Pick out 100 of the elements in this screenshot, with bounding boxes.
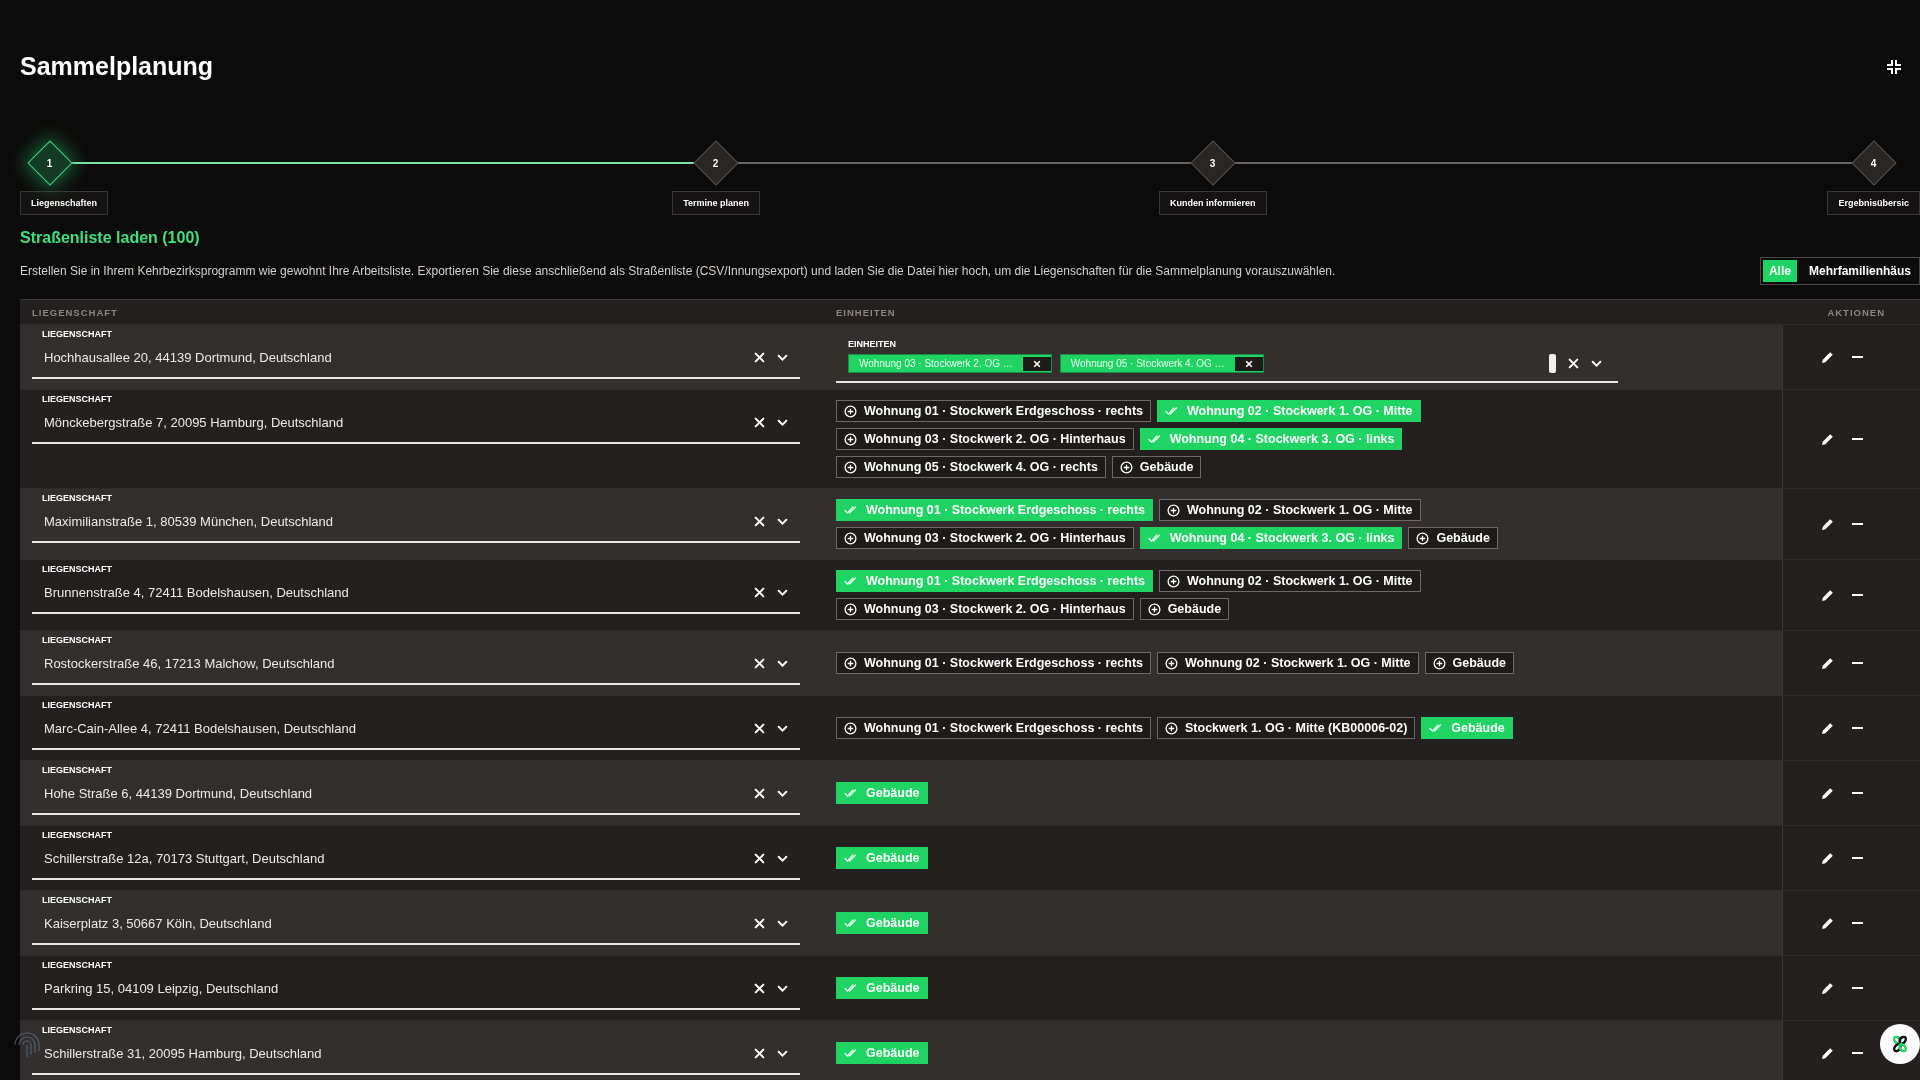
- clear-icon[interactable]: [754, 918, 765, 929]
- column-header: LIEGENSCHAFT: [31, 306, 119, 318]
- unit-chip[interactable]: Gebäude: [1139, 598, 1230, 620]
- field-label: LIEGENSCHAFT: [41, 830, 113, 840]
- chevron-down-icon[interactable]: [777, 517, 788, 526]
- chevron-down-icon[interactable]: [777, 919, 788, 928]
- double-check-icon: [844, 576, 859, 586]
- minus-icon[interactable]: [1851, 987, 1863, 989]
- minus-icon[interactable]: [1851, 662, 1863, 664]
- address-select-field[interactable]: Mönckebergstraße 7, 20095 Hamburg, Deutschland: [32, 406, 800, 444]
- minus-icon[interactable]: [1851, 922, 1863, 924]
- clear-icon[interactable]: [754, 983, 765, 994]
- scroll-thumb[interactable]: [1549, 354, 1556, 373]
- address-select-field[interactable]: Kaiserplatz 3, 50667 Köln, Deutschland: [32, 907, 800, 945]
- unit-chip[interactable]: Wohnung 03 · Stockwerk 2. OG · Hinterhaus: [836, 428, 1134, 450]
- address-select-field[interactable]: Brunnenstraße 4, 72411 Bodelshausen, Deutschland: [32, 576, 800, 614]
- filter-option[interactable]: Mehrfamilienhäus: [1802, 260, 1917, 282]
- chevron-down-icon[interactable]: [777, 854, 788, 863]
- collapse-icon[interactable]: [1886, 58, 1902, 75]
- double-check-icon: [844, 918, 859, 928]
- unit-chip[interactable]: Wohnung 02 · Stockwerk 1. OG · Mitte: [1157, 652, 1419, 674]
- unit-chip[interactable]: Wohnung 02 · Stockwerk 1. OG · Mitte: [1159, 499, 1421, 521]
- chevron-down-icon[interactable]: [777, 588, 788, 597]
- clear-icon[interactable]: [754, 853, 765, 864]
- clear-icon[interactable]: [754, 352, 765, 363]
- address-select-field[interactable]: Rostockerstraße 46, 17213 Malchow, Deutschland: [32, 647, 800, 685]
- step-marker[interactable]: 1: [27, 140, 73, 186]
- clear-icon[interactable]: [754, 658, 765, 669]
- edit-icon[interactable]: [1820, 786, 1834, 800]
- remove-tag-icon[interactable]: [1032, 359, 1041, 368]
- chevron-down-icon[interactable]: [777, 353, 788, 362]
- step-marker[interactable]: 2: [693, 140, 739, 186]
- edit-icon[interactable]: [1820, 656, 1834, 670]
- field-label: LIEGENSCHAFT: [41, 960, 113, 970]
- plus-circle-icon: [844, 460, 857, 474]
- clear-icon[interactable]: [754, 417, 765, 428]
- plus-circle-icon: [1165, 656, 1178, 670]
- chevron-down-icon[interactable]: [777, 1049, 788, 1058]
- chevron-down-icon[interactable]: [1591, 359, 1602, 368]
- unit-chip[interactable]: Stockwerk 1. OG · Mitte (KB00006-02): [1157, 717, 1416, 739]
- unit-chip[interactable]: Gebäude: [1424, 652, 1514, 674]
- units-select-field[interactable]: EINHEITEN Wohnung 03 · Stockwerk 2. OG … Wohnung 05 · Stockwerk 4. OG …: [836, 331, 1618, 383]
- clear-icon[interactable]: [754, 516, 765, 527]
- field-label: LIEGENSCHAFT: [41, 394, 113, 404]
- address-select-field[interactable]: Parkring 15, 04109 Leipzig, Deutschland: [32, 972, 800, 1010]
- address-select-field[interactable]: Hohe Straße 6, 44139 Dortmund, Deutschland: [32, 777, 800, 815]
- minus-icon[interactable]: [1851, 727, 1863, 729]
- unit-chip[interactable]: Wohnung 05 · Stockwerk 4. OG · rechts: [836, 456, 1106, 478]
- clear-icon[interactable]: [754, 723, 765, 734]
- edit-icon[interactable]: [1820, 851, 1834, 865]
- minus-icon[interactable]: [1851, 438, 1863, 440]
- column-header: AKTIONEN: [1826, 306, 1886, 318]
- chevron-down-icon[interactable]: [777, 724, 788, 733]
- plus-circle-icon: [844, 721, 857, 735]
- minus-icon[interactable]: [1851, 1052, 1863, 1054]
- plus-circle-icon: [844, 602, 857, 616]
- step-marker[interactable]: 4: [1851, 140, 1897, 186]
- unit-chip[interactable]: Wohnung 03 · Stockwerk 2. OG · Hinterhaus: [836, 527, 1134, 549]
- clear-icon[interactable]: [1568, 358, 1579, 369]
- clear-icon[interactable]: [754, 788, 765, 799]
- address-select-field[interactable]: Maximilianstraße 1, 80539 München, Deutschland: [32, 505, 800, 543]
- edit-icon[interactable]: [1820, 721, 1834, 735]
- address-select-field[interactable]: Marc-Cain-Allee 4, 72411 Bodelshausen, Deutschland: [32, 712, 800, 750]
- edit-icon[interactable]: [1820, 432, 1834, 446]
- remove-tag-icon[interactable]: [1244, 359, 1253, 368]
- unit-chip[interactable]: Wohnung 01 · Stockwerk Erdgeschoss · rechts: [836, 717, 1151, 739]
- minus-icon[interactable]: [1851, 792, 1863, 794]
- step-marker[interactable]: 3: [1190, 140, 1236, 186]
- unit-chip[interactable]: Gebäude: [1408, 527, 1498, 549]
- chevron-down-icon[interactable]: [777, 418, 788, 427]
- address-select-field[interactable]: Schillerstraße 31, 20095 Hamburg, Deutschland: [32, 1037, 800, 1075]
- edit-icon[interactable]: [1820, 588, 1834, 602]
- plus-circle-icon: [1416, 531, 1430, 545]
- clear-icon[interactable]: [754, 1048, 765, 1059]
- field-label: LIEGENSCHAFT: [41, 329, 113, 339]
- unit-chip[interactable]: Wohnung 01 · Stockwerk Erdgeschoss · rechts: [836, 400, 1151, 422]
- unit-chip[interactable]: Wohnung 02 · Stockwerk 1. OG · Mitte: [1159, 570, 1421, 592]
- unit-chip[interactable]: Wohnung 01 · Stockwerk Erdgeschoss · rechts: [836, 652, 1151, 674]
- unit-chip[interactable]: Gebäude: [1111, 456, 1202, 478]
- page-title: Sammelplanung: [20, 52, 214, 81]
- edit-icon[interactable]: [1820, 1046, 1834, 1060]
- address-select-field[interactable]: Hochhausallee 20, 44139 Dortmund, Deutschland: [32, 341, 800, 379]
- chevron-down-icon[interactable]: [777, 984, 788, 993]
- clear-icon[interactable]: [754, 587, 765, 598]
- minus-icon[interactable]: [1851, 523, 1863, 525]
- chevron-down-icon[interactable]: [777, 659, 788, 668]
- minus-icon[interactable]: [1851, 857, 1863, 859]
- field-label: LIEGENSCHAFT: [41, 635, 113, 645]
- minus-icon[interactable]: [1851, 356, 1863, 358]
- edit-icon[interactable]: [1820, 916, 1834, 930]
- field-label: LIEGENSCHAFT: [41, 1025, 113, 1035]
- address-select-field[interactable]: Schillerstraße 12a, 70173 Stuttgart, Deutschland: [32, 842, 800, 880]
- description-text: Erstellen Sie in Ihrem Kehrbezirksprogramm wie gewohnt Ihre Arbeitsliste. Exportieren Sie diese anschließend als Straßenliste (CSV/Innungsexport) und laden Sie die Datei hier hoch, um die Liegenschaften für die Sammelplanung vorauszuwählen.: [20, 264, 1336, 278]
- edit-icon[interactable]: [1820, 350, 1834, 364]
- minus-icon[interactable]: [1851, 594, 1863, 596]
- edit-icon[interactable]: [1820, 517, 1834, 531]
- double-check-icon: [844, 853, 859, 863]
- chevron-down-icon[interactable]: [777, 789, 788, 798]
- unit-chip[interactable]: Wohnung 03 · Stockwerk 2. OG · Hinterhaus: [836, 598, 1134, 620]
- edit-icon[interactable]: [1820, 981, 1834, 995]
